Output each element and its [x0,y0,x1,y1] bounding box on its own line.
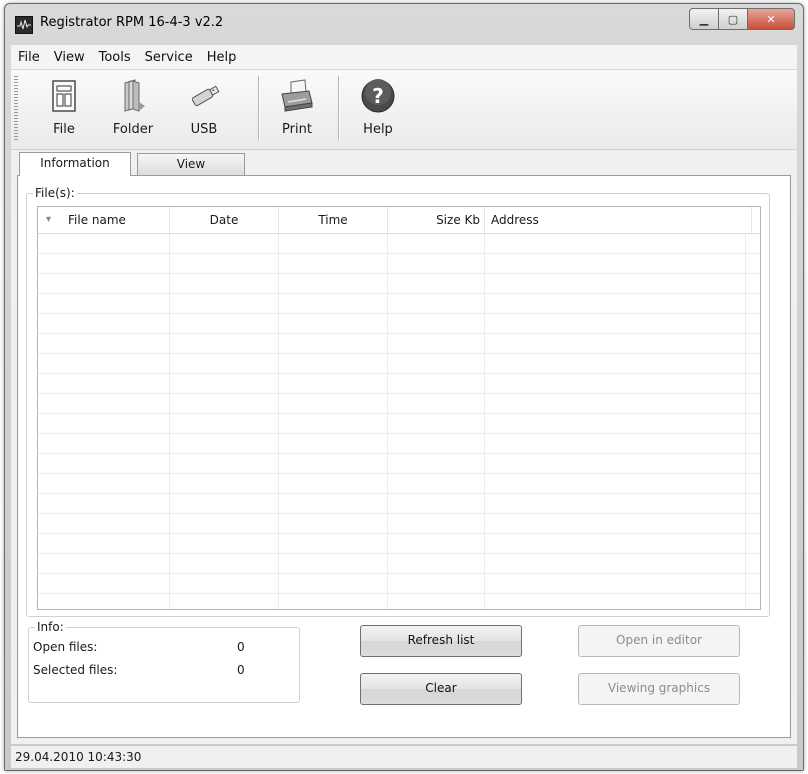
open-files-value: 0 [237,640,245,654]
toolbar-separator [258,76,260,140]
toolbar-file-label: File [53,122,75,137]
file-list-header: ▾ File name Date Time Size Kb Address [38,207,760,234]
menu-file[interactable]: File [11,50,47,65]
svg-text:?: ? [372,84,384,108]
toolbar-separator [338,76,340,140]
app-icon [15,16,33,34]
toolbar-help-button[interactable]: ? Help [353,76,403,142]
clear-button[interactable]: Clear [360,673,522,705]
files-group-label: File(s): [33,186,77,200]
selected-files-label: Selected files: [33,663,118,677]
toolbar-usb-button[interactable]: USB [179,76,229,142]
open-in-editor-button[interactable]: Open in editor [578,625,740,657]
selected-files-value: 0 [237,663,245,677]
close-button[interactable]: ✕ [748,8,795,30]
information-tab-panel: File(s): ▾ File name Date Time Size Kb A… [17,175,791,738]
menu-tools[interactable]: Tools [92,50,138,65]
minimize-button[interactable]: ▁ [689,8,719,30]
window-title: Registrator RPM 16-4-3 v2.2 [40,15,224,30]
toolbar-folder-button[interactable]: Folder [103,76,163,142]
usb-icon [191,85,220,107]
viewing-graphics-button[interactable]: Viewing graphics [578,673,740,705]
menu-service[interactable]: Service [138,50,200,65]
column-divider [484,234,485,609]
column-divider [278,234,279,609]
column-header-size[interactable]: Size Kb [388,207,485,233]
tab-information[interactable]: Information [19,152,131,176]
column-header-address[interactable]: Address [485,207,752,233]
status-datetime: 29.04.2010 10:43:30 [15,750,142,764]
toolbar-grip[interactable] [14,76,18,142]
column-header-date[interactable]: Date [170,207,279,233]
title-bar[interactable]: Registrator RPM 16-4-3 v2.2 ▁ ▢ ✕ [5,4,803,44]
file-list-grid[interactable]: ▾ File name Date Time Size Kb Address [37,206,761,610]
tab-view[interactable]: View [137,153,245,175]
column-divider [169,234,170,609]
open-files-label: Open files: [33,640,98,654]
printer-icon [281,79,313,112]
info-group: Info: Open files: 0 Selected files: 0 [28,620,300,703]
files-group: File(s): ▾ File name Date Time Size Kb A… [26,186,770,617]
file-list-body[interactable] [38,234,760,609]
menu-bar: File View Tools Service Help [11,45,797,70]
refresh-list-button[interactable]: Refresh list [360,625,522,657]
toolbar-print-label: Print [282,122,312,137]
folder-icon [124,79,145,112]
column-divider [387,234,388,609]
menu-view[interactable]: View [47,50,92,65]
toolbar-folder-label: Folder [112,122,154,137]
toolbar-usb-label: USB [190,122,218,137]
column-divider [745,234,746,609]
client-area: Information View File(s): ▾ File name Da… [11,150,797,744]
sort-indicator-icon: ▾ [46,214,52,225]
column-header-file-name-label: File name [68,213,126,227]
app-window: Registrator RPM 16-4-3 v2.2 ▁ ▢ ✕ File V… [4,3,804,771]
file-icon [52,80,76,112]
column-header-time[interactable]: Time [279,207,388,233]
column-header-file-name[interactable]: ▾ File name [38,207,170,233]
maximize-button[interactable]: ▢ [719,8,748,30]
help-icon: ? [361,79,395,113]
toolbar-file-button[interactable]: File [41,76,87,142]
toolbar-print-button[interactable]: Print [269,76,325,142]
info-group-label: Info: [35,620,66,634]
status-bar: 29.04.2010 10:43:30 [11,745,797,768]
menu-help[interactable]: Help [200,50,244,65]
toolbar-help-label: Help [363,122,393,137]
toolbar: File Folder USB Print ? Help [11,70,797,150]
